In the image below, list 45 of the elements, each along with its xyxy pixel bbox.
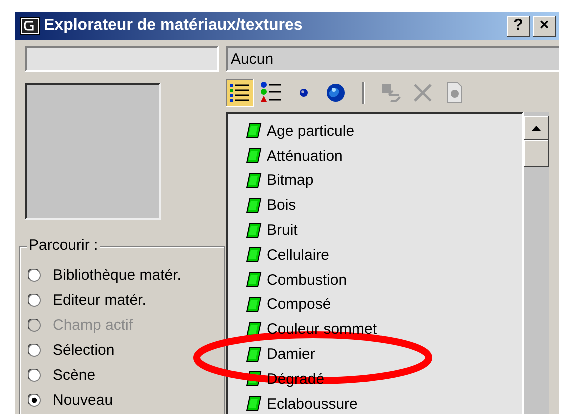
map-item[interactable]: Composé	[267, 296, 332, 314]
map-item[interactable]: Cellulaire	[267, 246, 330, 264]
option-label[interactable]: Bibliothèque matér.	[53, 266, 182, 284]
map-icon	[246, 396, 262, 412]
map-icon	[246, 172, 262, 189]
map-icon	[246, 296, 262, 313]
search-field[interactable]	[25, 46, 219, 72]
scroll-thumb[interactable]	[524, 140, 549, 167]
map-icon	[246, 222, 262, 239]
map-icon	[246, 148, 262, 164]
close-button[interactable]: ×	[533, 16, 556, 36]
map-item[interactable]: Eclaboussure	[267, 396, 358, 413]
option-label[interactable]: Sélection	[53, 342, 115, 358]
map-item[interactable]: Damier	[267, 346, 316, 364]
map-item[interactable]: Bitmap	[267, 172, 314, 190]
radio-button[interactable]	[28, 368, 41, 382]
list-icon	[228, 81, 252, 105]
radio-button[interactable]	[28, 294, 41, 306]
scrollbar[interactable]	[524, 112, 549, 414]
option-label[interactable]: Editeur matér.	[53, 292, 146, 308]
map-icon	[246, 346, 262, 363]
option-label[interactable]: Nouveau	[53, 392, 114, 408]
scroll-up-button[interactable]	[524, 116, 549, 140]
up-arrow-icon	[532, 126, 541, 130]
map-icon	[246, 247, 262, 264]
radio-button[interactable]	[28, 344, 41, 356]
map-item[interactable]: Combustion	[267, 272, 348, 289]
option-label[interactable]: Scène	[53, 366, 96, 384]
map-icon	[246, 123, 262, 140]
name-field[interactable]: Aucun	[226, 46, 559, 72]
window-title: Explorateur de matériaux/textures	[44, 17, 304, 35]
map-item[interactable]: Bois	[267, 197, 296, 214]
map-icon	[246, 272, 262, 288]
radio-button[interactable]	[28, 394, 41, 406]
list-view-button[interactable]	[226, 79, 254, 107]
help-button[interactable]: ?	[507, 16, 530, 36]
app-icon	[20, 17, 40, 35]
pick-icon	[379, 81, 403, 105]
radio-button[interactable]	[28, 268, 41, 282]
map-icon	[246, 198, 262, 214]
shapes-list-icon	[260, 81, 284, 105]
map-item[interactable]: Age particule	[267, 122, 355, 140]
map-item[interactable]: Atténuation	[267, 148, 343, 165]
map-item[interactable]: Bruit	[267, 222, 298, 240]
globe-icon	[324, 81, 348, 105]
